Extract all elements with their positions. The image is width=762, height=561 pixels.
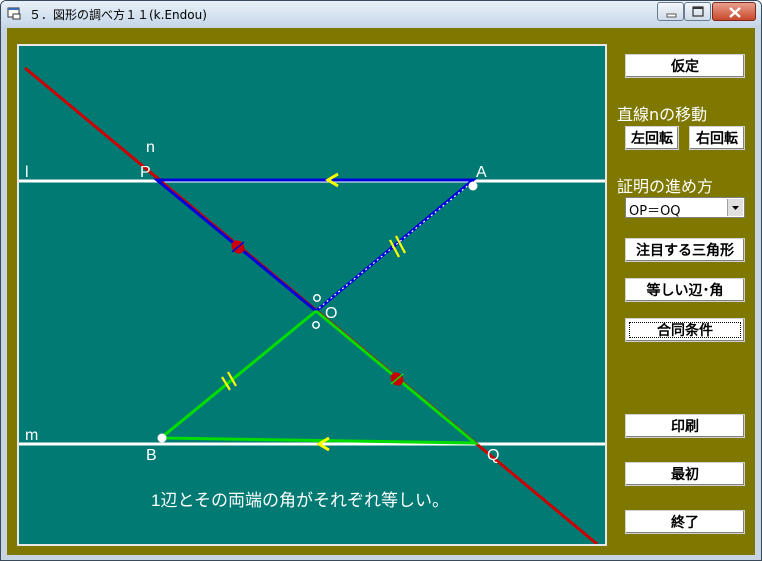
app-icon [7,7,21,20]
label-line-m: m [25,427,38,444]
vertex-dot-b [157,433,167,443]
exit-button[interactable]: 終了 [625,510,745,534]
congruence-condition-button[interactable]: 合同条件 [625,318,745,342]
proof-step-select[interactable]: OP＝OQ [625,197,745,219]
first-button[interactable]: 最初 [625,462,745,486]
dropdown-button[interactable] [727,199,743,216]
label-line-l: l [25,164,29,181]
vertical-angle-mark-top [313,294,321,302]
vertical-angle-mark-bottom [312,321,320,329]
vertex-dot-a [468,181,478,191]
client-area: l m n P A O B Q 1辺とその両端の角がそれぞれ等しい。 仮定 直線… [7,28,755,555]
geometry-figure: l m n P A O B Q 1辺とその両端の角がそれぞれ等しい。 [19,66,605,544]
triangle-opa [152,178,478,313]
label-point-p: P [140,164,151,181]
congruence-message: 1辺とその両端の角がそれぞれ等しい。 [151,491,449,510]
title-bar[interactable]: ５．図形の調べ方１１(k.Endou) [1,1,761,25]
chevron-down-icon [732,206,739,210]
geometry-board[interactable]: l m n P A O B Q 1辺とその両端の角がそれぞれ等しい。 [17,44,607,546]
close-button[interactable] [712,2,756,21]
maximize-icon [692,6,704,17]
rotate-left-button[interactable]: 左回転 [625,126,679,150]
equal-parts-button[interactable]: 等しい辺･角 [625,278,745,302]
label-point-o: O [325,305,337,322]
rotate-line-heading: 直線nの移動 [617,105,708,124]
minimize-icon [666,13,677,18]
window-title: ５．図形の調べ方１１(k.Endou) [29,8,207,22]
app-window: ５．図形の調べ方１１(k.Endou) l m n P A O B Q 1辺とそ… [0,0,762,561]
label-point-a: A [476,164,487,181]
close-icon [729,7,741,18]
proof-step-value: OP＝OQ [629,204,681,219]
focus-triangle-button[interactable]: 注目する三角形 [625,238,745,262]
triangle-obq [156,309,480,445]
label-point-b: B [146,447,157,464]
rotate-right-button[interactable]: 右回転 [689,126,745,150]
maximize-button[interactable] [684,2,711,21]
assumption-button[interactable]: 仮定 [625,54,745,78]
label-line-n: n [146,139,155,156]
proof-steps-heading: 証明の進め方 [617,177,714,196]
label-point-q: Q [487,447,499,464]
print-button[interactable]: 印刷 [625,414,745,438]
minimize-button[interactable] [657,2,684,21]
